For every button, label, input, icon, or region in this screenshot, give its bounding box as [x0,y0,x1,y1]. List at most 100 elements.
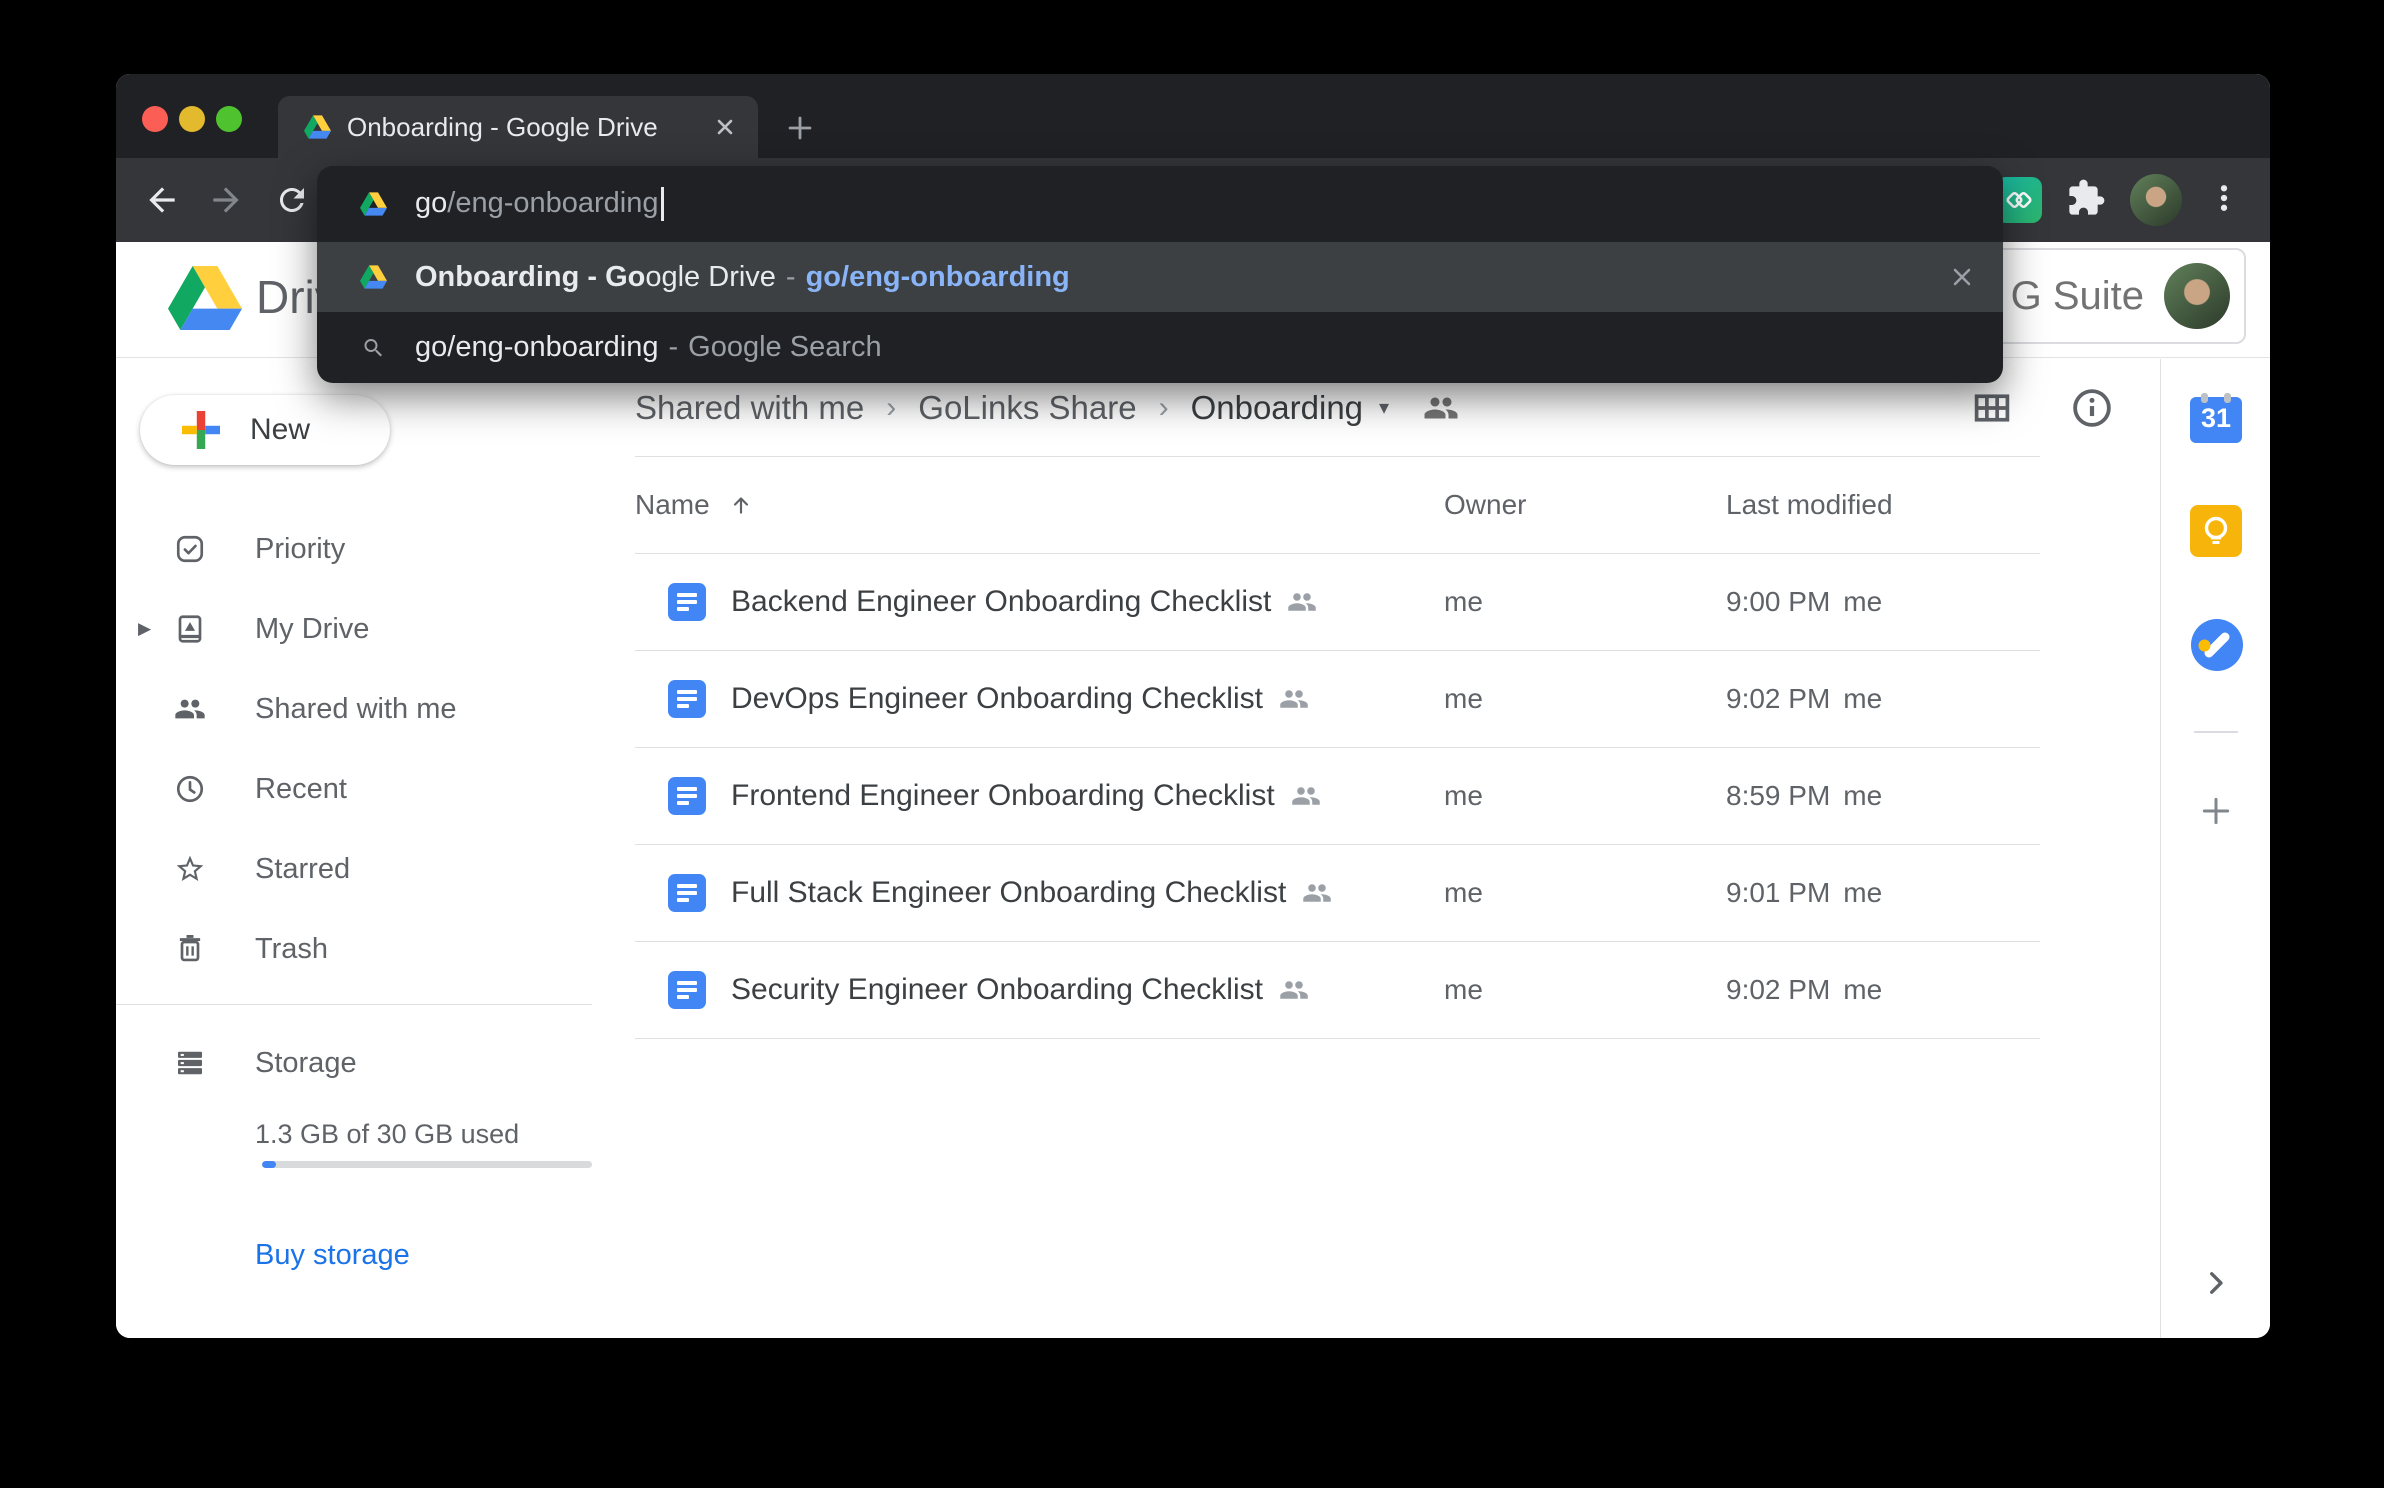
file-modified-by: me [1843,780,1882,812]
browser-tab[interactable]: Onboarding - Google Drive [278,96,758,158]
storage-progress-fill [262,1161,276,1168]
drive-logo-icon[interactable] [168,266,242,330]
info-icon[interactable] [2068,384,2116,432]
reload-icon[interactable] [268,176,316,224]
column-owner[interactable]: Owner [1444,489,1726,521]
trash-icon [174,933,206,965]
tab-close-icon[interactable] [708,110,742,144]
shared-people-icon [1287,587,1317,617]
file-modified-by: me [1843,877,1882,909]
breadcrumb-current-folder[interactable]: Onboarding [1191,389,1363,427]
forward-icon[interactable] [202,176,250,224]
new-tab-button[interactable] [780,108,820,148]
sidebar-item-recent[interactable]: Recent [116,749,600,829]
shared-with-me-icon [174,693,206,725]
tasks-icon[interactable] [2190,618,2242,670]
buy-storage-link[interactable]: Buy storage [255,1239,410,1272]
new-plus-icon [182,411,220,449]
file-owner: me [1444,683,1726,715]
sidebar-label: Shared with me [255,693,457,726]
google-docs-icon [668,583,706,621]
shared-people-icon [1291,781,1321,811]
file-row[interactable]: Full Stack Engineer Onboarding Checklist… [635,845,2040,942]
file-row[interactable]: Backend Engineer Onboarding Checklist me… [635,554,2040,651]
remove-suggestion-icon[interactable] [1945,260,1979,294]
back-icon[interactable] [138,176,186,224]
sidebar-label: Priority [255,533,345,566]
account-avatar[interactable] [2164,263,2230,329]
file-row[interactable]: Security Engineer Onboarding Checklist m… [635,942,2040,1039]
sidebar-label: Trash [255,933,328,966]
google-docs-icon [668,874,706,912]
google-docs-icon [668,777,706,815]
zoom-window-button[interactable] [216,106,242,132]
file-owner: me [1444,586,1726,618]
google-docs-icon [668,971,706,1009]
suggestion-title-bold: Onboarding - Go [415,261,645,293]
file-modified-by: me [1843,586,1882,618]
breadcrumb-separator-icon: › [886,391,896,425]
drive-sidebar: New Priority ▶ [116,359,600,1338]
table-header: Name Owner Last modified [635,456,2040,554]
file-modified-time: 9:02 PM [1726,683,1830,715]
sidebar-item-my-drive[interactable]: ▶ My Drive [116,589,600,669]
file-name: Frontend Engineer Onboarding Checklist [731,779,1275,813]
suggestion-dash: - [668,331,678,363]
file-modified-by: me [1843,683,1882,715]
sort-ascending-icon[interactable] [728,492,754,518]
shared-people-icon [1279,975,1309,1005]
calendar-icon[interactable]: 31 [2190,393,2242,445]
drive-favicon [360,192,387,216]
grid-view-icon[interactable] [1968,384,2016,432]
toolbar-right-cluster [1996,174,2270,226]
sidebar-item-trash[interactable]: Trash [116,909,600,989]
keep-icon[interactable] [2190,505,2242,557]
new-button[interactable]: New [140,395,390,465]
file-owner: me [1444,974,1726,1006]
drive-favicon [360,265,387,289]
gsuite-badge: G Suite [1990,248,2246,344]
sidebar-item-priority[interactable]: Priority [116,509,600,589]
suggestion-search-label: Google Search [688,331,881,363]
breadcrumb-shared-with-me[interactable]: Shared with me [635,389,864,427]
suggestion-dash: - [786,261,796,293]
close-window-button[interactable] [142,106,168,132]
rail-divider [2194,731,2238,733]
breadcrumb-golinks-share[interactable]: GoLinks Share [918,389,1136,427]
file-modified-by: me [1843,974,1882,1006]
expander-icon[interactable]: ▶ [138,619,151,639]
minimize-window-button[interactable] [179,106,205,132]
address-bar[interactable]: go/eng-onboarding [317,166,2003,242]
my-drive-icon [174,613,206,645]
sidebar-item-shared-with-me[interactable]: Shared with me [116,669,600,749]
add-addon-icon[interactable] [2196,791,2236,831]
storage-label: Storage [255,1047,357,1080]
sidebar-label: Starred [255,853,350,886]
file-row[interactable]: Frontend Engineer Onboarding Checklist m… [635,748,2040,845]
browser-profile-avatar[interactable] [2130,174,2182,226]
file-modified-time: 9:02 PM [1726,974,1830,1006]
file-name: Backend Engineer Onboarding Checklist [731,585,1271,619]
column-name[interactable]: Name [635,489,1444,521]
sidebar-item-starred[interactable]: Starred [116,829,600,909]
search-icon [360,336,387,360]
folder-menu-caret-icon[interactable]: ▾ [1379,395,1389,420]
hide-panel-chevron-icon[interactable] [2199,1266,2233,1300]
suggestion-title-rest: ogle Drive [645,261,776,293]
file-row[interactable]: DevOps Engineer Onboarding Checklist me … [635,651,2040,748]
file-name: DevOps Engineer Onboarding Checklist [731,682,1263,716]
suggestion-drive-result[interactable]: Onboarding - Google Drive-go/eng-onboard… [317,242,2003,312]
breadcrumb-separator-icon: › [1159,391,1169,425]
file-table: Name Owner Last modified [635,456,2040,1039]
calendar-day-label: 31 [2190,403,2242,434]
suggestion-search-result[interactable]: go/eng-onboarding-Google Search [317,312,2003,383]
priority-icon [174,533,206,565]
gsuite-label: G Suite [2011,274,2144,319]
sidebar-item-storage[interactable]: Storage [116,1023,600,1103]
browser-window: Onboarding - Google Drive [116,74,2270,1338]
extensions-puzzle-icon[interactable] [2066,178,2106,223]
browser-menu-icon[interactable] [2206,180,2242,221]
omnibox-dropdown: go/eng-onboarding Onboarding - Google Dr… [317,166,2003,383]
file-owner: me [1444,877,1726,909]
column-last-modified[interactable]: Last modified [1726,489,2040,521]
